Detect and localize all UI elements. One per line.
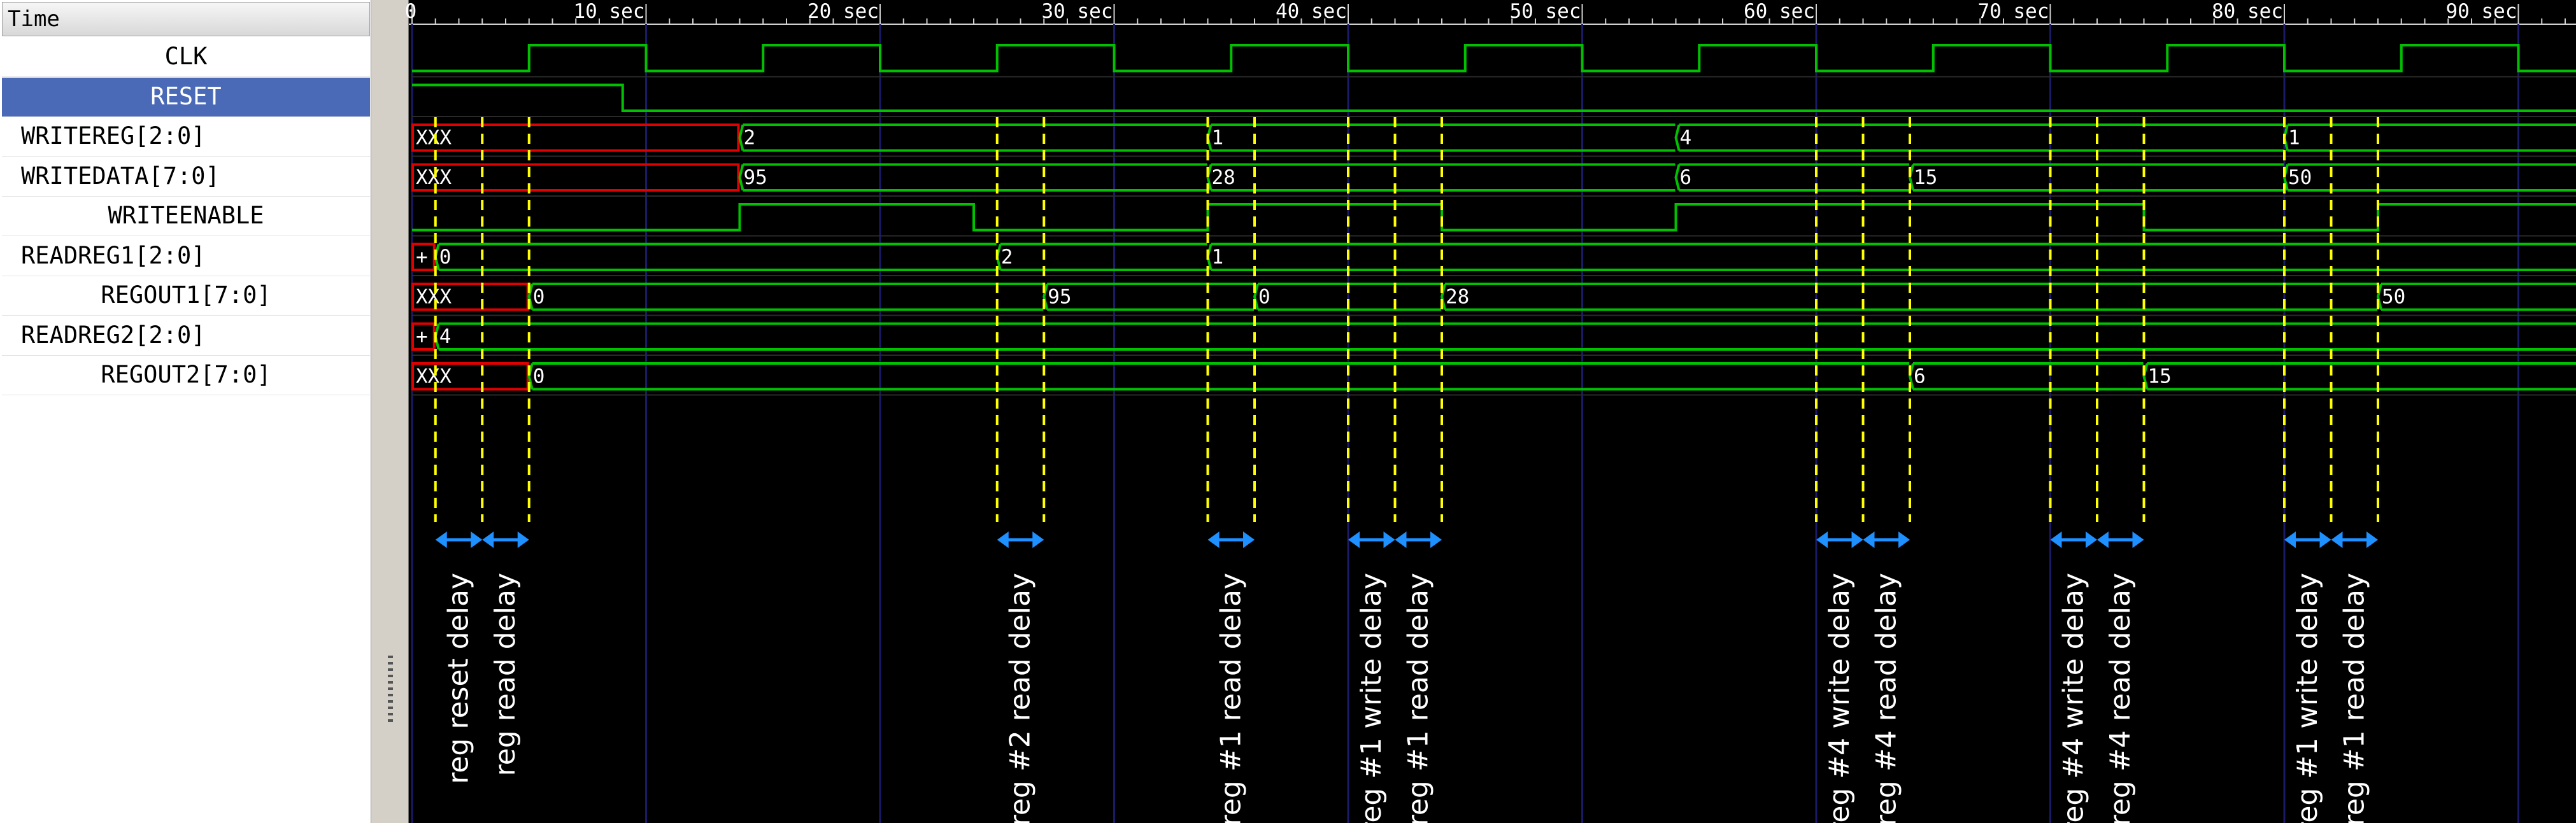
bus-value-label: 6 bbox=[1680, 166, 1692, 189]
bus-value-label: 4 bbox=[439, 325, 452, 348]
delay-label: reg #2 read delay bbox=[1004, 573, 1037, 823]
bus-value-label: + bbox=[416, 325, 428, 348]
delay-label: reg #1 read delay bbox=[2338, 573, 2370, 823]
bus-value-label: 0 bbox=[1258, 286, 1270, 309]
bus-value-label: 0 bbox=[533, 286, 545, 309]
bus-value-label: 95 bbox=[744, 166, 767, 189]
bus-value-label: 50 bbox=[2288, 166, 2312, 189]
bus-value-label: 95 bbox=[1048, 286, 1071, 309]
ruler-tick-label: 50 sec bbox=[1510, 0, 1581, 23]
delay-label: reg read delay bbox=[489, 573, 522, 776]
bus-value-label: 28 bbox=[1212, 166, 1235, 189]
waveform-view[interactable]: 0 10 sec 20 sec 30 sec 40 sec 50 sec 60 sec 70 … bbox=[0, 0, 2576, 823]
ruler-tick-label: 0 bbox=[405, 0, 417, 23]
bus-value-label: 2 bbox=[744, 127, 756, 150]
bus-value-label: 2 bbox=[1001, 246, 1013, 269]
bus-value-label: 50 bbox=[2382, 286, 2405, 309]
delay-label: reg #4 write delay bbox=[1823, 573, 1856, 823]
ruler-tick-label: 80 sec bbox=[2212, 0, 2283, 23]
ruler-tick-label: 70 sec bbox=[1978, 0, 2049, 23]
delay-label: reg #4 read delay bbox=[2104, 573, 2137, 823]
wave-background bbox=[409, 0, 2576, 823]
bus-value-label: 15 bbox=[2148, 365, 2172, 388]
bus-value-label: 15 bbox=[1914, 166, 1937, 189]
bus-value-label: 0 bbox=[439, 246, 452, 269]
ruler-tick-label: 90 sec bbox=[2446, 0, 2517, 23]
bus-value-label: 1 bbox=[1212, 246, 1224, 269]
ruler-tick-label: 60 sec bbox=[1744, 0, 1815, 23]
ruler-tick-label: 40 sec bbox=[1276, 0, 1347, 23]
bus-value-label: XXX bbox=[416, 166, 452, 189]
bus-value-label: XXX bbox=[416, 127, 452, 150]
bus-value-label: XXX bbox=[416, 365, 452, 388]
bus-value-label: + bbox=[416, 246, 428, 269]
ruler-tick-label: 30 sec bbox=[1042, 0, 1113, 23]
bus-value-label: XXX bbox=[416, 286, 452, 309]
delay-label: reg #1 write delay bbox=[2291, 573, 2324, 823]
delay-label: reg #1 read delay bbox=[1214, 573, 1247, 823]
bus-value-label: 0 bbox=[533, 365, 545, 388]
delay-label: reg #1 write delay bbox=[1355, 573, 1388, 823]
delay-label: reg #1 read delay bbox=[1402, 573, 1434, 823]
ruler-tick-label: 20 sec bbox=[808, 0, 879, 23]
ruler-tick-label: 10 sec bbox=[574, 0, 645, 23]
delay-label: reg #4 read delay bbox=[1870, 573, 1902, 823]
delay-label: reg #4 write delay bbox=[2057, 573, 2089, 823]
bus-value-label: 6 bbox=[1914, 365, 1926, 388]
bus-value-label: 1 bbox=[1212, 127, 1224, 150]
bus-value-label: 28 bbox=[1446, 286, 1469, 309]
delay-label: reg reset delay bbox=[443, 573, 475, 784]
bus-value-label: 1 bbox=[2288, 127, 2300, 150]
bus-value-label: 4 bbox=[1680, 127, 1692, 150]
